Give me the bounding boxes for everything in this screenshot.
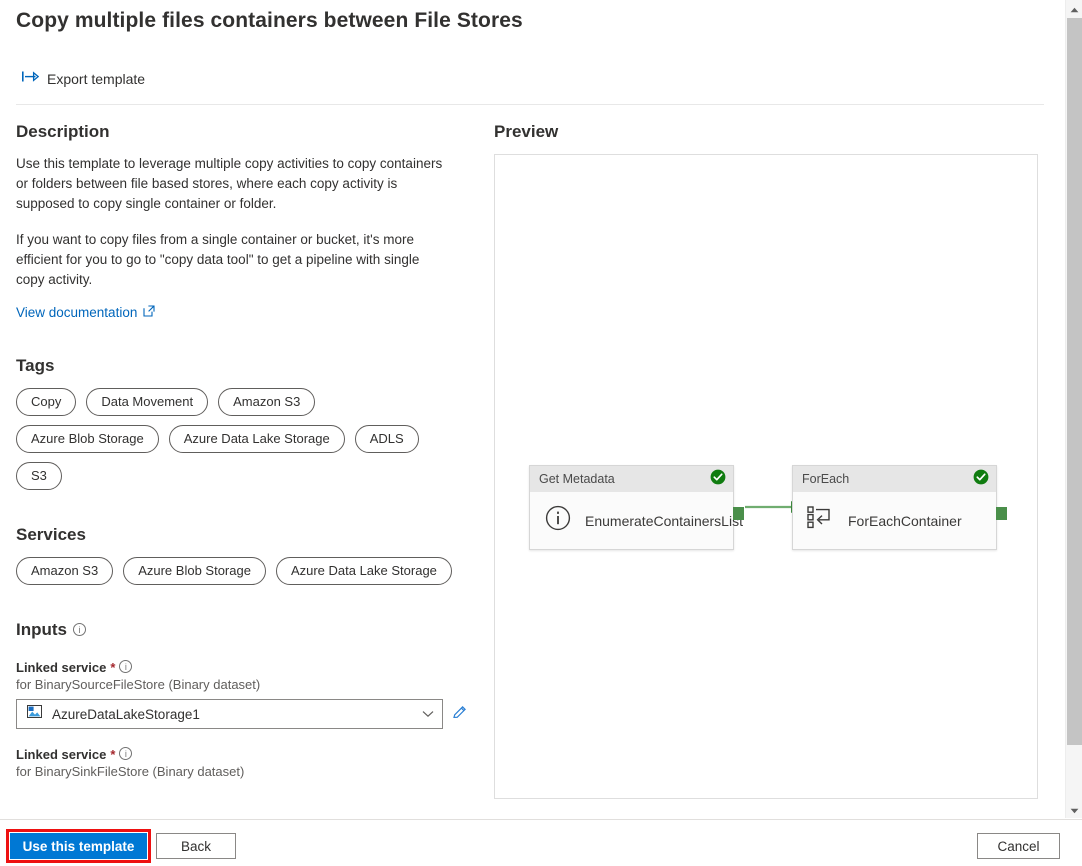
services-list: Amazon S3 Azure Blob Storage Azure Data …: [16, 557, 456, 585]
export-template-label: Export template: [47, 71, 145, 87]
caret-down-icon: [1070, 801, 1079, 819]
scrollable-content: Copy multiple files containers between F…: [0, 0, 1060, 818]
field-label-text: Linked service: [16, 747, 106, 762]
linked-service-value: AzureDataLakeStorage1: [52, 707, 422, 722]
field-label: Linked service * i: [16, 660, 468, 675]
node-name-label: EnumerateContainersList: [585, 512, 743, 530]
node-header: ForEach: [793, 466, 996, 492]
linked-service-field-source: Linked service * i for BinarySourceFileS…: [16, 660, 468, 729]
required-marker: *: [110, 660, 115, 675]
tag-chip[interactable]: ADLS: [355, 425, 419, 453]
linked-service-field-sink: Linked service * i for BinarySinkFileSto…: [16, 747, 468, 779]
pipeline-node-get-metadata[interactable]: Get Metadata: [529, 465, 734, 550]
pipeline-node-foreach[interactable]: ForEach: [792, 465, 997, 550]
external-link-icon: [143, 305, 155, 320]
tag-chip[interactable]: S3: [16, 462, 62, 490]
back-button[interactable]: Back: [156, 833, 236, 859]
node-name-label: ForEachContainer: [848, 512, 962, 530]
preview-heading: Preview: [494, 122, 1038, 142]
info-circle-icon: [544, 504, 572, 537]
export-template-button[interactable]: Export template: [22, 70, 145, 88]
node-body: EnumerateContainersList: [530, 492, 733, 549]
caret-up-icon: [1070, 0, 1079, 18]
required-marker: *: [110, 747, 115, 762]
azure-data-lake-storage-icon: [27, 705, 42, 723]
cancel-button[interactable]: Cancel: [977, 833, 1060, 859]
tags-list: Copy Data Movement Amazon S3 Azure Blob …: [16, 388, 456, 490]
tag-chip[interactable]: Amazon S3: [218, 388, 315, 416]
pencil-icon[interactable]: [452, 704, 468, 725]
description-paragraph-2: If you want to copy files from a single …: [16, 230, 450, 290]
node-output-port[interactable]: [733, 507, 744, 520]
view-documentation-label: View documentation: [16, 305, 137, 320]
template-detail-page: Copy multiple files containers between F…: [0, 0, 1082, 866]
node-type-label: Get Metadata: [539, 472, 615, 486]
scroll-down-button[interactable]: [1066, 801, 1082, 818]
node-type-label: ForEach: [802, 472, 849, 486]
tag-chip[interactable]: Azure Data Lake Storage: [169, 425, 345, 453]
info-icon[interactable]: i: [119, 660, 132, 673]
description-heading: Description: [16, 122, 468, 142]
node-body: ForEachContainer: [793, 492, 996, 549]
scroll-up-button[interactable]: [1066, 0, 1082, 17]
tag-chip[interactable]: Copy: [16, 388, 76, 416]
left-panel: Description Use this template to leverag…: [16, 122, 468, 786]
scrollbar-thumb[interactable]: [1067, 18, 1082, 745]
pipeline-canvas[interactable]: Get Metadata: [494, 154, 1038, 799]
tag-chip[interactable]: Azure Blob Storage: [16, 425, 159, 453]
service-chip[interactable]: Azure Data Lake Storage: [276, 557, 452, 585]
field-label-text: Linked service: [16, 660, 106, 675]
preview-panel: Preview Get Metadata: [494, 122, 1038, 799]
linked-service-dropdown[interactable]: AzureDataLakeStorage1: [16, 699, 443, 729]
info-icon[interactable]: i: [73, 623, 86, 636]
page-title: Copy multiple files containers between F…: [16, 9, 523, 33]
foreach-loop-icon: [807, 505, 835, 536]
use-this-template-button[interactable]: Use this template: [10, 833, 147, 859]
service-chip[interactable]: Azure Blob Storage: [123, 557, 266, 585]
chevron-down-icon[interactable]: [422, 705, 434, 723]
check-circle-icon: [710, 469, 726, 490]
export-icon: [22, 70, 39, 88]
node-output-port[interactable]: [996, 507, 1007, 520]
field-label: Linked service * i: [16, 747, 468, 762]
linked-service-row: AzureDataLakeStorage1: [16, 699, 468, 729]
tags-heading: Tags: [16, 356, 468, 376]
inputs-heading: Inputs i: [16, 620, 468, 640]
services-heading: Services: [16, 525, 468, 545]
description-paragraph-1: Use this template to leverage multiple c…: [16, 154, 450, 214]
check-circle-icon: [973, 469, 989, 490]
info-icon[interactable]: i: [119, 747, 132, 760]
inputs-heading-label: Inputs: [16, 620, 67, 640]
node-header: Get Metadata: [530, 466, 733, 492]
service-chip[interactable]: Amazon S3: [16, 557, 113, 585]
vertical-scrollbar[interactable]: [1065, 0, 1082, 818]
header-divider: [16, 104, 1044, 105]
field-sublabel: for BinarySourceFileStore (Binary datase…: [16, 677, 468, 692]
tag-chip[interactable]: Data Movement: [86, 388, 208, 416]
field-sublabel: for BinarySinkFileStore (Binary dataset): [16, 764, 468, 779]
view-documentation-link[interactable]: View documentation: [16, 305, 155, 320]
